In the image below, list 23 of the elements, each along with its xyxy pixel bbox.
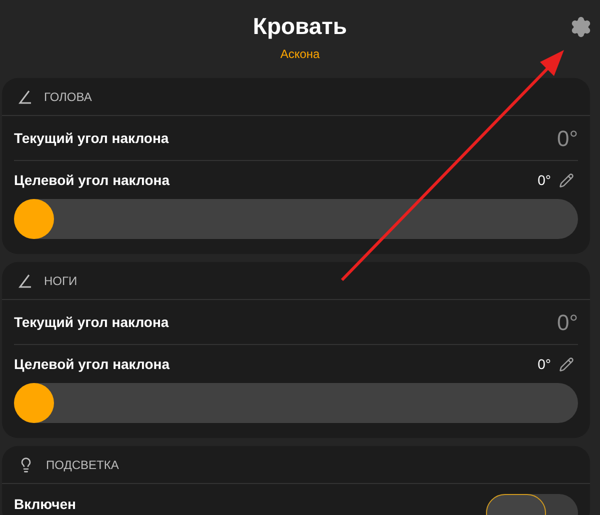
section-title: НОГИ [44,272,78,290]
page-subtitle: Аскона [280,46,320,63]
slider-thumb[interactable] [14,383,54,423]
angle-value: 0° [556,124,578,152]
row-label: Включен [14,496,76,512]
section-title: ПОДСВЕТКА [46,456,119,474]
angle-icon [18,90,32,104]
angle-value: 0° [538,170,551,190]
row-label: Целевой угол наклона [14,170,170,190]
section-title: ГОЛОВА [44,88,92,106]
row-label: Целевой угол наклона [14,354,170,374]
row-label: Текущий угол наклона [14,128,169,148]
slider-track[interactable] [14,383,578,423]
slider-track[interactable] [14,199,578,239]
angle-value: 0° [556,308,578,336]
slider-thumb[interactable] [14,199,54,239]
page-title: Кровать [252,12,348,41]
edit-button[interactable] [559,356,574,372]
row-label: Текущий угол наклона [14,312,169,332]
edit-button[interactable] [559,172,574,188]
angle-value: 0° [538,354,551,374]
angle-icon [18,274,32,288]
settings-button[interactable] [570,16,592,38]
